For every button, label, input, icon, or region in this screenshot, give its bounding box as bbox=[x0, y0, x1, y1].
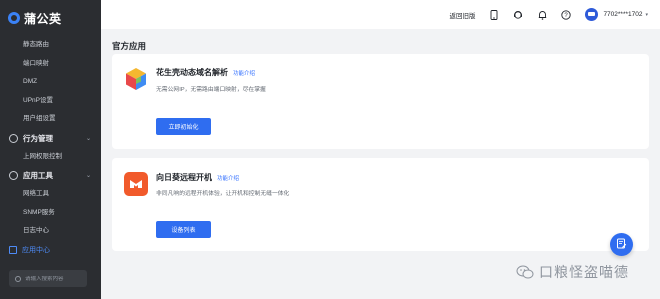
edit-document-icon bbox=[616, 236, 627, 254]
sidebar-item-dmz[interactable]: DMZ bbox=[0, 73, 101, 92]
feature-intro-link[interactable]: 功能介绍 bbox=[217, 176, 239, 182]
chevron-down-icon: ⌄ bbox=[85, 135, 91, 142]
sidebar-nav: 静态路由 端口映射 DMZ UPnP设置 用户组设置 行为管理 ⌄ 上网权限控制… bbox=[0, 36, 101, 260]
page-title: 官方应用 bbox=[112, 41, 147, 51]
search-icon bbox=[15, 275, 21, 282]
sidebar-search-input[interactable] bbox=[25, 275, 85, 282]
app-card-peanut-shell: 花生壳动态域名解析 功能介绍 无需公网IP，无需路由端口映射，尽在掌握 立即初始化 bbox=[112, 54, 649, 149]
topbar: 返回旧版 ? 7702****1702 ▾ bbox=[101, 0, 660, 29]
support-icon[interactable] bbox=[513, 10, 523, 20]
sidebar-item-log-center[interactable]: 日志中心 bbox=[0, 222, 101, 241]
initialize-button[interactable]: 立即初始化 bbox=[156, 118, 211, 135]
sunflower-icon bbox=[124, 172, 148, 196]
wechat-icon bbox=[516, 265, 534, 279]
sidebar-group-tools[interactable]: 应用工具 ⌄ bbox=[0, 166, 101, 185]
feature-intro-link[interactable]: 功能介绍 bbox=[233, 71, 255, 77]
sidebar-search bbox=[9, 270, 87, 287]
sidebar-group-label: 应用工具 bbox=[23, 171, 53, 180]
sidebar-item-network-tools[interactable]: 网络工具 bbox=[0, 185, 101, 204]
back-to-old-version-link[interactable]: 返回旧版 bbox=[449, 10, 475, 20]
chevron-down-icon[interactable]: ▾ bbox=[645, 12, 648, 18]
watermark: 口粮怪盗喵德 bbox=[516, 262, 629, 282]
peanut-shell-icon bbox=[124, 67, 148, 91]
sidebar-item-static-route[interactable]: 静态路由 bbox=[0, 36, 101, 55]
chevron-down-icon: ⌄ bbox=[85, 173, 91, 179]
avatar[interactable] bbox=[585, 8, 599, 21]
shield-icon bbox=[9, 133, 18, 143]
sidebar-item-label: 应用中心 bbox=[22, 247, 50, 254]
mobile-icon[interactable] bbox=[489, 9, 499, 20]
app-card-description: 非同凡响的远程开机体验，让开机和控制无缝一体化 bbox=[156, 191, 290, 197]
help-icon[interactable]: ? bbox=[561, 9, 572, 20]
sidebar-item-snmp[interactable]: SNMP服务 bbox=[0, 204, 101, 223]
bell-icon[interactable] bbox=[537, 10, 547, 20]
feedback-button[interactable] bbox=[610, 233, 633, 256]
sidebar-item-app-center[interactable]: 应用中心 bbox=[0, 241, 101, 260]
sidebar-item-access-control[interactable]: 上网权限控制 bbox=[0, 148, 101, 167]
app-card-description: 无需公网IP，无需路由端口映射，尽在掌握 bbox=[156, 87, 266, 93]
username[interactable]: 7702****1702 bbox=[603, 11, 642, 18]
app-card-sunflower: 向日葵远程开机 功能介绍 非同凡响的远程开机体验，让开机和控制无缝一体化 设备列表 bbox=[112, 158, 649, 251]
toolbox-icon bbox=[9, 171, 18, 180]
logo-icon bbox=[8, 12, 20, 24]
app-card-title: 花生壳动态域名解析 功能介绍 bbox=[156, 67, 255, 78]
sidebar-item-upnp[interactable]: UPnP设置 bbox=[0, 92, 101, 111]
svg-text:?: ? bbox=[565, 13, 569, 19]
sidebar: 蒲公英 静态路由 端口映射 DMZ UPnP设置 用户组设置 行为管理 ⌄ 上网… bbox=[0, 0, 101, 299]
sidebar-group-behavior[interactable]: 行为管理 ⌄ bbox=[0, 129, 101, 148]
sidebar-item-port-mapping[interactable]: 端口映射 bbox=[0, 55, 101, 74]
brand-name: 蒲公英 bbox=[24, 11, 62, 26]
device-list-button[interactable]: 设备列表 bbox=[156, 221, 211, 238]
brand[interactable]: 蒲公英 bbox=[0, 0, 101, 36]
app-center-icon bbox=[9, 246, 17, 254]
app-card-name: 向日葵远程开机 bbox=[156, 173, 212, 182]
sidebar-group-label: 行为管理 bbox=[23, 133, 53, 143]
watermark-text: 口粮怪盗喵德 bbox=[539, 265, 629, 281]
app-card-title: 向日葵远程开机 功能介绍 bbox=[156, 172, 239, 183]
sidebar-item-user-group[interactable]: 用户组设置 bbox=[0, 110, 101, 129]
app-card-name: 花生壳动态域名解析 bbox=[156, 68, 228, 77]
